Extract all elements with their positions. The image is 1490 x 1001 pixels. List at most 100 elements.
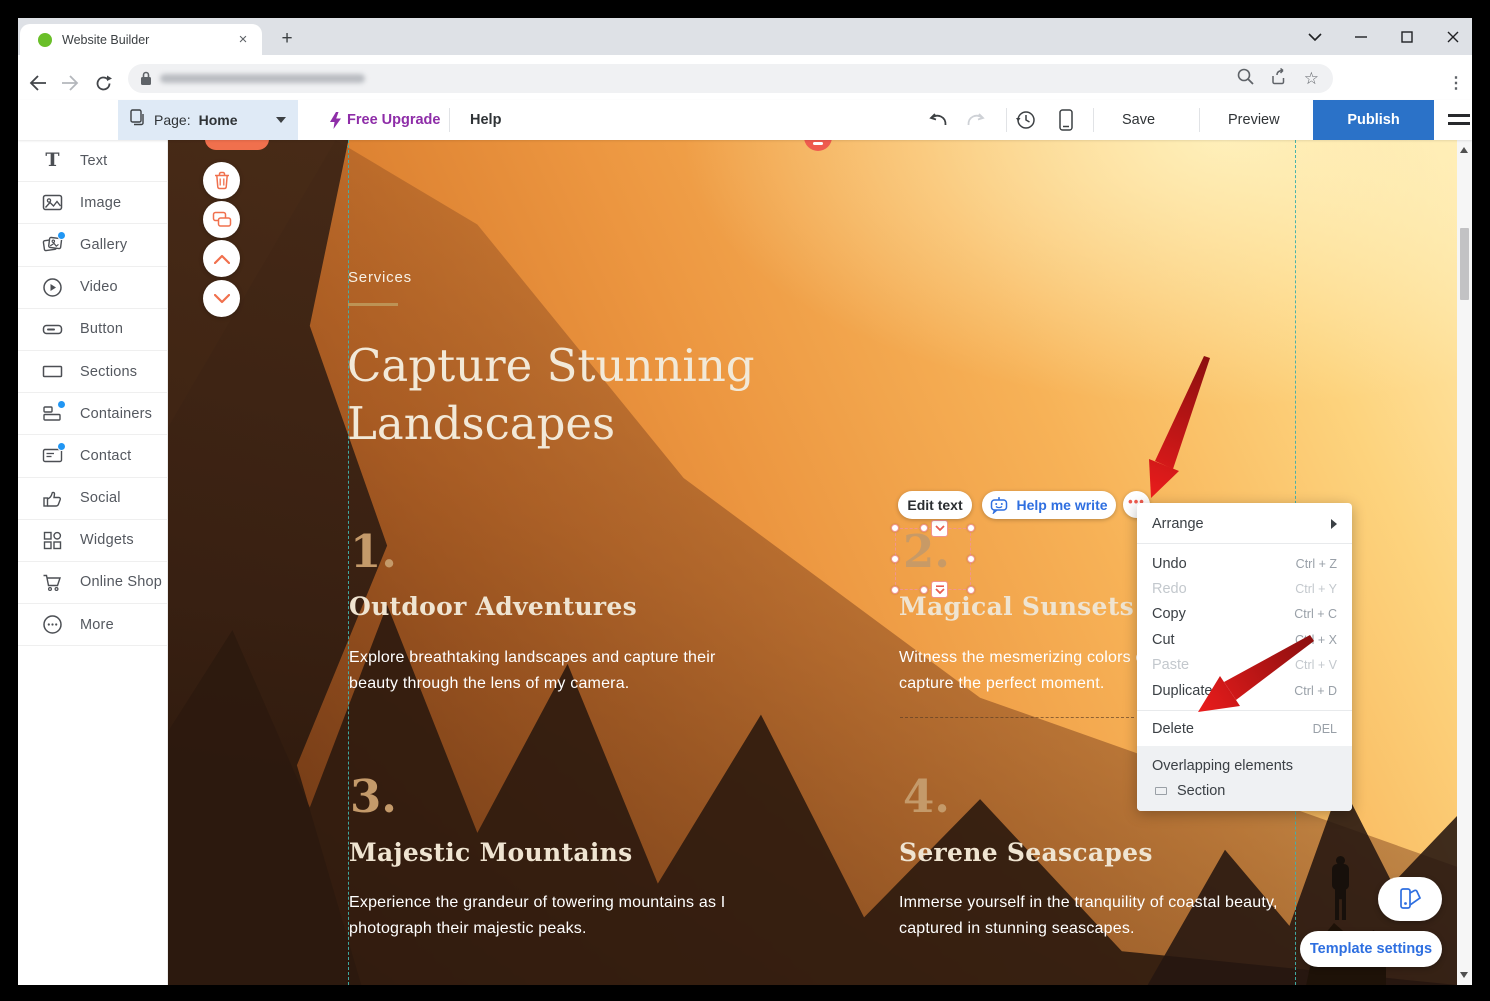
feature-title[interactable]: Majestic Mountains	[349, 838, 632, 867]
scroll-up-icon[interactable]	[1460, 147, 1468, 153]
bookmark-star-icon[interactable]: ☆	[1304, 70, 1319, 87]
hero-heading[interactable]: Capture Stunning Landscapes	[347, 337, 755, 453]
drag-up-handle[interactable]	[931, 520, 948, 537]
button-icon	[42, 319, 63, 340]
services-label[interactable]: Services	[348, 269, 412, 286]
save-label: Save	[1122, 112, 1155, 128]
text-icon: T	[42, 150, 63, 171]
selection-handle[interactable]	[967, 524, 975, 532]
sidebar-item-button[interactable]: Button	[18, 309, 167, 351]
browser-tab[interactable]: Website Builder ×	[20, 24, 262, 55]
window-close-icon[interactable]	[1442, 26, 1464, 48]
window-chevron-icon[interactable]	[1304, 26, 1326, 48]
toolbar-menu-icon[interactable]	[1448, 112, 1470, 128]
sidebar-item-image[interactable]: Image	[18, 182, 167, 224]
move-up-button[interactable]	[203, 240, 240, 277]
reload-icon[interactable]	[89, 69, 117, 97]
design-palette-button[interactable]	[1378, 877, 1442, 921]
menu-item-section[interactable]: Section	[1137, 778, 1352, 801]
social-icon	[42, 488, 63, 509]
sidebar-item-text[interactable]: T Text	[18, 140, 167, 182]
page-selector[interactable]: Page: Home	[118, 100, 298, 140]
move-down-button[interactable]	[203, 280, 240, 317]
feature-body[interactable]: Witness the mesmerizing colors of captur…	[899, 645, 1149, 697]
feature-number[interactable]: 3.	[350, 770, 397, 823]
sidebar-item-contact[interactable]: Contact	[18, 435, 167, 477]
gallery-icon	[42, 234, 63, 255]
browser-window: Website Builder × +	[18, 18, 1472, 985]
forward-icon[interactable]	[56, 69, 84, 97]
selection-handle[interactable]	[891, 524, 899, 532]
menu-item-cut[interactable]: Cut Ctrl + X	[1137, 627, 1352, 652]
selection-box[interactable]	[895, 528, 971, 590]
help-me-write-button[interactable]: Help me write	[982, 491, 1116, 519]
selection-handle[interactable]	[891, 555, 899, 563]
back-icon[interactable]	[24, 69, 52, 97]
feature-title[interactable]: Serene Seascapes	[899, 838, 1153, 867]
sidebar-item-gallery[interactable]: Gallery	[18, 224, 167, 266]
share-icon[interactable]	[1270, 68, 1288, 90]
container-edge-line	[900, 717, 1134, 718]
selection-handle[interactable]	[967, 586, 975, 594]
menu-item-arrange[interactable]: Arrange	[1137, 509, 1352, 539]
undo-icon[interactable]	[925, 106, 953, 134]
selection-handle[interactable]	[920, 524, 928, 532]
help-me-write-label: Help me write	[1016, 497, 1107, 513]
selection-handle[interactable]	[891, 586, 899, 594]
preview-label: Preview	[1228, 112, 1280, 128]
publish-button[interactable]: Publish	[1313, 100, 1434, 140]
element-sidebar: T Text Image Gallery	[18, 140, 168, 985]
feature-body[interactable]: Experience the grandeur of towering moun…	[349, 890, 725, 942]
feature-title[interactable]: Outdoor Adventures	[349, 592, 637, 621]
feature-number[interactable]: 1.	[350, 525, 397, 578]
sidebar-item-sections[interactable]: Sections	[18, 351, 167, 393]
sidebar-item-online-shop[interactable]: Online Shop	[18, 562, 167, 604]
save-button[interactable]: Save	[1122, 100, 1155, 140]
sidebar-item-more[interactable]: More	[18, 604, 167, 646]
sidebar-item-widgets[interactable]: Widgets	[18, 520, 167, 562]
video-icon	[42, 277, 63, 298]
selection-handle[interactable]	[920, 586, 928, 594]
feature-body[interactable]: Immerse yourself in the tranquility of c…	[899, 890, 1278, 942]
template-settings-button[interactable]: Template settings	[1300, 931, 1442, 967]
trash-icon	[213, 171, 231, 190]
menu-item-copy[interactable]: Copy Ctrl + C	[1137, 602, 1352, 627]
sidebar-item-social[interactable]: Social	[18, 478, 167, 520]
ai-chat-icon	[990, 497, 1009, 514]
mobile-preview-icon[interactable]	[1052, 106, 1080, 134]
window-maximize-icon[interactable]	[1396, 26, 1418, 48]
edit-text-label: Edit text	[907, 497, 962, 513]
help-button[interactable]: Help	[470, 100, 501, 140]
drag-down-handle[interactable]	[931, 581, 948, 598]
contact-icon	[42, 445, 63, 466]
publish-label: Publish	[1347, 112, 1399, 128]
menu-item-undo[interactable]: Undo Ctrl + Z	[1137, 551, 1352, 576]
scroll-down-icon[interactable]	[1460, 972, 1468, 978]
section-label-pill[interactable]	[205, 140, 269, 150]
selection-handle[interactable]	[967, 555, 975, 563]
builder-toolbar: Page: Home Free Upgrade Help	[18, 100, 1472, 140]
sidebar-item-video[interactable]: Video	[18, 267, 167, 309]
section-rect-icon	[1155, 787, 1167, 795]
feature-number[interactable]: 4.	[903, 770, 950, 823]
sidebar-item-containers[interactable]: Containers	[18, 393, 167, 435]
edit-text-button[interactable]: Edit text	[898, 491, 972, 519]
editor-canvas[interactable]: Services Capture Stunning Landscapes 1. …	[168, 140, 1457, 985]
address-bar[interactable]: ☆	[128, 64, 1333, 93]
tab-close-icon[interactable]: ×	[234, 31, 252, 49]
new-tab-button[interactable]: +	[274, 26, 300, 52]
history-icon[interactable]	[1012, 106, 1040, 134]
page-scrollbar[interactable]	[1457, 140, 1472, 985]
delete-element-button[interactable]	[203, 162, 240, 199]
menu-item-duplicate[interactable]: Duplicate Ctrl + D	[1137, 678, 1352, 703]
duplicate-element-button[interactable]	[203, 201, 240, 238]
browser-menu-kebab-icon[interactable]: ⋮	[1442, 69, 1470, 97]
free-upgrade-button[interactable]: Free Upgrade	[330, 100, 440, 140]
preview-button[interactable]: Preview	[1228, 100, 1280, 140]
menu-item-delete[interactable]: Delete DEL	[1137, 716, 1352, 741]
scrollbar-thumb[interactable]	[1460, 228, 1469, 300]
feature-body[interactable]: Explore breathtaking landscapes and capt…	[349, 645, 715, 697]
zoom-icon[interactable]	[1237, 68, 1254, 90]
tab-title: Website Builder	[62, 33, 234, 47]
window-minimize-icon[interactable]	[1350, 26, 1372, 48]
